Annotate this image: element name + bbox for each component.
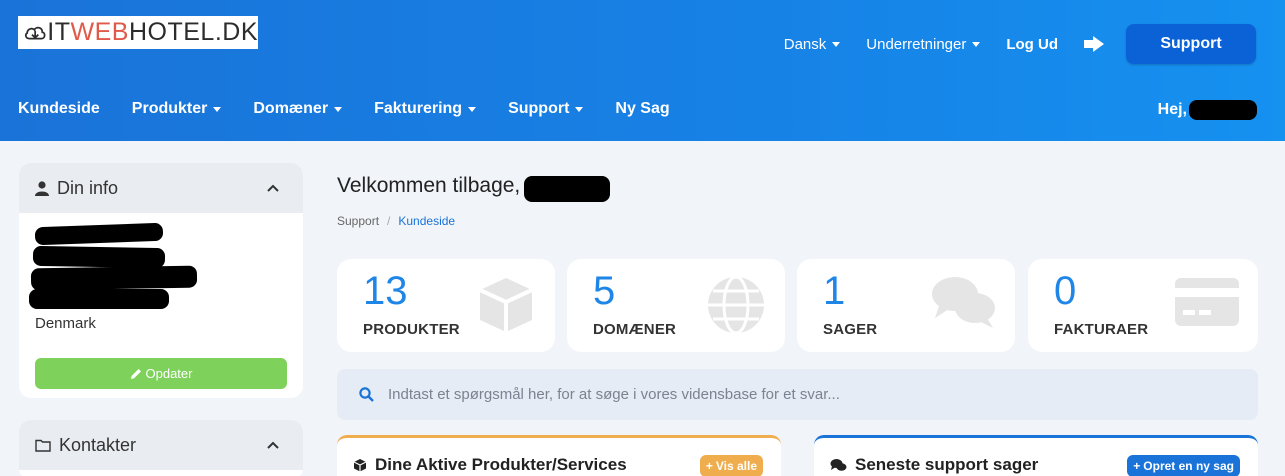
tickets-panel-header: Seneste support sager <box>830 455 1038 475</box>
stat-value: 13 <box>363 269 408 313</box>
info-card-title: Din info <box>57 177 119 198</box>
update-button-label: Opdater <box>145 366 193 381</box>
top-header: IT WEB HOTEL.DK Dansk Underretninger Log… <box>0 0 1285 141</box>
stat-card-domains[interactable]: 5 DOMÆNER <box>567 259 785 352</box>
update-button[interactable]: Opdater <box>35 358 287 389</box>
caret-down-icon <box>832 41 841 47</box>
plus-icon: + <box>1133 459 1141 473</box>
tickets-panel: Seneste support sager + Opret en ny sag <box>814 435 1258 476</box>
stat-card-invoices[interactable]: 0 FAKTURAER <box>1028 259 1258 352</box>
chevron-up-icon[interactable] <box>267 184 279 192</box>
notifications-label: Underretninger <box>866 35 967 53</box>
breadcrumb-support[interactable]: Support <box>337 214 379 228</box>
cube-icon <box>479 278 533 332</box>
nav-item-support[interactable]: Support <box>508 100 584 118</box>
welcome-text: Velkommen tilbage, <box>337 174 521 197</box>
nav-item-fakturering[interactable]: Fakturering <box>374 100 477 118</box>
tickets-panel-title: Seneste support sager <box>855 455 1039 474</box>
stat-value: 1 <box>823 269 846 313</box>
credit-card-icon <box>1175 278 1239 326</box>
products-panel-header: Dine Aktive Produkter/Services <box>353 455 627 475</box>
caret-down-icon <box>468 106 477 112</box>
stat-card-tickets[interactable]: 1 SAGER <box>797 259 1015 352</box>
chevron-up-icon[interactable] <box>267 441 279 449</box>
language-label: Dansk <box>783 35 827 53</box>
search-icon <box>359 387 374 402</box>
main-nav: Kundeside Produkter Domæner Fakturering … <box>18 100 702 118</box>
contacts-card-header[interactable]: Kontakter <box>19 420 303 470</box>
contacts-card: Kontakter <box>19 420 303 476</box>
nav-item-domaener[interactable]: Domæner <box>253 100 343 118</box>
stat-card-products[interactable]: 13 PRODUKTER <box>337 259 555 352</box>
top-links: Dansk Underretninger Log Ud Support <box>784 24 1256 64</box>
view-all-label: Vis alle <box>715 459 757 473</box>
stat-value: 5 <box>593 269 616 313</box>
nav-label: Fakturering <box>374 100 463 117</box>
greeting-label: Hej, <box>1157 101 1187 118</box>
sign-out-icon[interactable] <box>1084 35 1106 53</box>
nav-label: Ny Sag <box>615 100 670 117</box>
stat-label: PRODUKTER <box>363 321 460 338</box>
comments-icon <box>932 277 995 328</box>
pencil-icon <box>130 368 141 379</box>
redacted-name <box>524 176 611 202</box>
nav-label: Domæner <box>253 100 329 117</box>
products-panel-title: Dine Aktive Produkter/Services <box>375 455 627 474</box>
comments-icon <box>830 459 847 471</box>
country-text: Denmark <box>35 315 96 332</box>
language-dropdown[interactable]: Dansk <box>784 36 841 53</box>
search-placeholder: Indtast et spørgsmål her, for at søge i … <box>388 386 840 403</box>
stat-value: 0 <box>1054 269 1077 313</box>
caret-down-icon <box>972 41 981 47</box>
view-all-button[interactable]: + Vis alle <box>699 455 763 476</box>
contacts-card-title: Kontakter <box>59 434 137 455</box>
new-ticket-label: Opret en ny sag <box>1143 459 1234 473</box>
redacted-username <box>1189 100 1257 120</box>
cube-icon <box>353 459 367 472</box>
breadcrumb: Support / Kundeside <box>337 214 456 228</box>
nav-label: Produkter <box>131 100 208 117</box>
nav-item-ny-sag[interactable]: Ny Sag <box>615 100 669 118</box>
cloud-download-icon <box>24 26 46 39</box>
new-ticket-button[interactable]: + Opret en ny sag <box>1127 455 1240 476</box>
stat-label: FAKTURAER <box>1054 321 1149 338</box>
user-icon <box>35 180 49 196</box>
notifications-dropdown[interactable]: Underretninger <box>866 35 981 53</box>
logo-web: WEB <box>70 18 129 46</box>
site-logo[interactable]: IT WEB HOTEL.DK <box>18 16 258 49</box>
logo-hotel-dk: HOTEL.DK <box>128 18 258 46</box>
folder-icon <box>35 439 51 452</box>
globe-icon <box>708 275 764 335</box>
caret-down-icon <box>213 106 222 112</box>
stat-label: SAGER <box>823 321 878 338</box>
products-panel: Dine Aktive Produkter/Services + Vis all… <box>337 435 781 476</box>
info-card-header[interactable]: Din info <box>19 163 303 213</box>
caret-down-icon <box>334 106 343 112</box>
info-card: Din info Denmark Opdater <box>19 163 303 398</box>
logout-link[interactable]: Log Ud <box>1006 36 1058 53</box>
stat-label: DOMÆNER <box>593 321 677 338</box>
welcome-heading: Velkommen tilbage, <box>337 170 611 202</box>
nav-item-kundeside[interactable]: Kundeside <box>18 100 100 118</box>
nav-label: Kundeside <box>18 100 100 117</box>
nav-item-produkter[interactable]: Produkter <box>132 100 222 118</box>
plus-icon: + <box>705 459 713 473</box>
caret-down-icon <box>575 106 584 112</box>
knowledgebase-search[interactable]: Indtast et spørgsmål her, for at søge i … <box>337 369 1258 420</box>
nav-label: Support <box>508 100 570 117</box>
support-button[interactable]: Support <box>1126 24 1256 64</box>
logo-it: IT <box>47 18 71 46</box>
breadcrumb-kundeside[interactable]: Kundeside <box>398 214 455 228</box>
user-greeting[interactable]: Hej, <box>1158 100 1257 120</box>
